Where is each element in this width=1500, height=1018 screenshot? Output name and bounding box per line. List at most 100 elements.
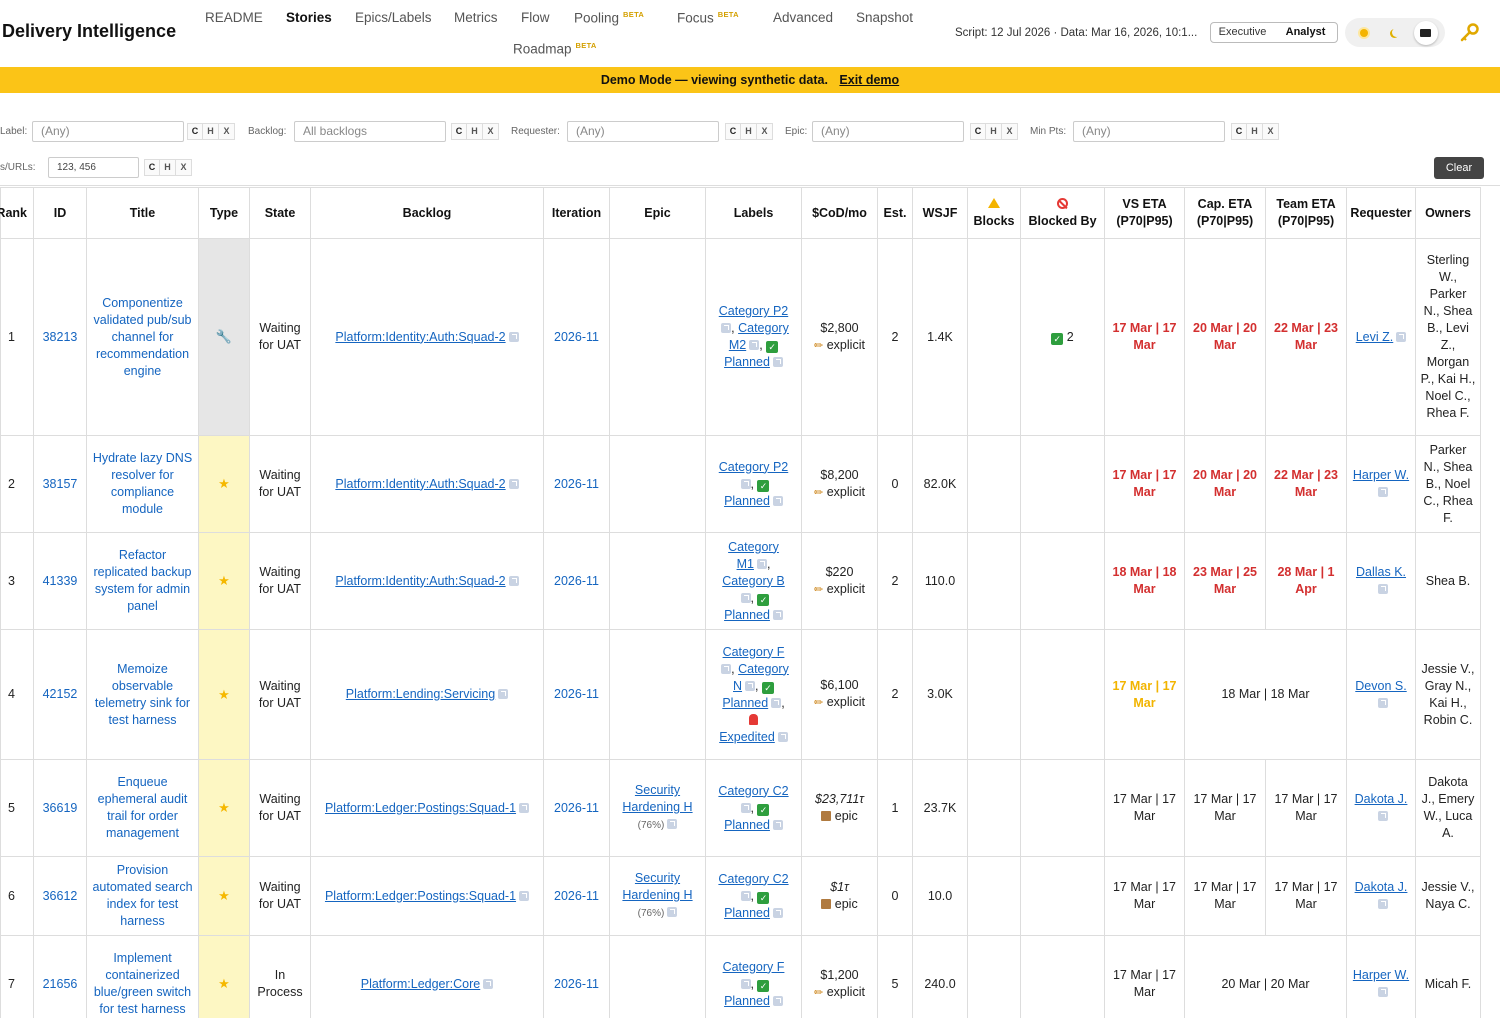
label-link[interactable]: Category C2 [718,872,788,886]
col-team-eta[interactable]: Team ETA (P70|P95) [1265,187,1347,239]
external-link-icon[interactable] [740,478,751,489]
requester-link[interactable]: Devon S. [1355,679,1406,693]
story-id-link[interactable]: 21656 [43,977,78,991]
story-title-link[interactable]: Provision automated search index for tes… [92,863,192,928]
external-link-icon[interactable] [740,890,751,901]
hide-button[interactable]: H [203,123,219,140]
clear-field-button[interactable]: X [757,123,773,140]
copy-button[interactable]: C [187,123,203,140]
nav-pooling[interactable]: Pooling BETA [574,10,644,26]
external-link-icon[interactable] [1377,987,1388,997]
col-blocks[interactable]: Blocks [967,187,1021,239]
external-link-icon[interactable] [1377,584,1388,594]
ids-filter-input[interactable]: 123, 456 [48,157,139,178]
clear-field-button[interactable]: X [1002,123,1018,140]
dark-theme-button[interactable] [1383,21,1407,45]
col-est[interactable]: Est. [877,187,913,239]
label-link[interactable]: Category C2 [718,784,788,798]
external-link-icon[interactable] [508,575,519,586]
external-link-icon[interactable] [519,802,530,813]
col-rank[interactable]: Rank [0,187,34,239]
col-id[interactable]: ID [33,187,87,239]
nav-focus[interactable]: Focus BETA [677,10,739,26]
epic-link[interactable]: Security Hardening H [622,871,692,902]
label-link[interactable]: Category P2 [719,304,788,318]
requester-link[interactable]: Dakota J. [1355,792,1408,806]
backlog-link[interactable]: Platform:Lending:Servicing [346,687,495,701]
hide-button[interactable]: H [986,123,1002,140]
nav-flow[interactable]: Flow [521,10,550,25]
external-link-icon[interactable] [667,907,678,917]
external-link-icon[interactable] [508,478,519,489]
hide-button[interactable]: H [741,123,757,140]
hide-button[interactable]: H [467,123,483,140]
copy-button[interactable]: C [725,123,741,140]
table-row[interactable]: 1 38213 Componentize validated pub/sub cha… [0,238,1481,436]
col-title[interactable]: Title [86,187,199,239]
story-title-link[interactable]: Componentize validated pub/sub channel f… [94,296,192,378]
external-link-icon[interactable] [772,995,783,1006]
key-icon[interactable] [1458,22,1480,44]
story-title-link[interactable]: Refactor replicated backup system for ad… [94,548,192,613]
external-link-icon[interactable] [756,558,767,569]
label-link[interactable]: Planned [724,494,770,508]
min-pts-filter-input[interactable]: (Any) [1073,121,1225,142]
label-link[interactable]: Expedited [719,730,775,744]
col-labels[interactable]: Labels [705,187,802,239]
story-id-link[interactable]: 36619 [43,801,78,815]
external-link-icon[interactable] [498,689,509,699]
label-link[interactable]: Planned [724,818,770,832]
backlog-link[interactable]: Platform:Ledger:Core [361,977,481,991]
backlog-link[interactable]: Platform:Identity:Auth:Squad-2 [335,574,505,588]
requester-filter-input[interactable]: (Any) [567,121,719,142]
iteration-link[interactable]: 2026-11 [554,574,599,588]
external-link-icon[interactable] [667,819,678,829]
iteration-link[interactable]: 2026-11 [554,889,599,903]
copy-button[interactable]: C [1231,123,1247,140]
label-link[interactable]: Planned [724,906,770,920]
nav-snapshot[interactable]: Snapshot [856,10,913,25]
col-vs-eta[interactable]: VS ETA (P70|P95) [1104,187,1185,239]
external-link-icon[interactable] [1377,811,1388,821]
backlog-filter-input[interactable]: All backlogs [294,121,446,142]
backlog-link[interactable]: Platform:Ledger:Postings:Squad-1 [325,801,516,815]
iteration-link[interactable]: 2026-11 [554,330,599,344]
external-link-icon[interactable] [745,680,756,691]
epic-filter-input[interactable]: (Any) [812,121,964,142]
table-row[interactable]: 7 21656 Implement containerized blue/green… [0,935,1481,1018]
story-title-link[interactable]: Hydrate lazy DNS resolver for compliance… [93,451,192,516]
external-link-icon[interactable] [483,978,494,989]
label-link[interactable]: Planned [724,994,770,1008]
clear-field-button[interactable]: X [483,123,499,140]
col-cap-eta[interactable]: Cap. ETA (P70|P95) [1184,187,1266,239]
col-requester[interactable]: Requester [1346,187,1416,239]
clear-filters-button[interactable]: Clear [1434,157,1484,179]
label-link[interactable]: Category P2 [719,460,788,474]
epic-link[interactable]: Security Hardening H [622,783,692,814]
table-row[interactable]: 5 36619 Enqueue ephemeral audit trail for … [0,759,1481,857]
exit-demo-link[interactable]: Exit demo [839,73,899,87]
external-link-icon[interactable] [772,357,783,367]
col-blocked-by[interactable]: Blocked By [1020,187,1105,239]
requester-link[interactable]: Dakota J. [1355,880,1408,894]
story-id-link[interactable]: 36612 [43,889,78,903]
iteration-link[interactable]: 2026-11 [554,801,599,815]
iteration-link[interactable]: 2026-11 [554,687,599,701]
requester-link[interactable]: Dallas K. [1356,565,1406,579]
hide-button[interactable]: H [160,159,176,176]
clear-field-button[interactable]: X [1263,123,1279,140]
table-row[interactable]: 4 42152 Memoize observable telemetry sink … [0,629,1481,760]
story-title-link[interactable]: Enqueue ephemeral audit trail for order … [98,775,188,840]
external-link-icon[interactable] [721,663,732,674]
iteration-link[interactable]: 2026-11 [554,477,599,491]
external-link-icon[interactable] [772,819,783,830]
nav-roadmap[interactable]: Roadmap BETA [513,41,597,57]
external-link-icon[interactable] [740,978,751,989]
label-link[interactable]: Category N [733,662,789,693]
col-owners[interactable]: Owners [1415,187,1481,239]
col-cod[interactable]: $CoD/mo [801,187,878,239]
story-title-link[interactable]: Implement containerized blue/green switc… [94,951,191,1016]
external-link-icon[interactable] [777,731,788,742]
label-link[interactable]: Category F [723,645,785,659]
external-link-icon[interactable] [740,802,751,813]
